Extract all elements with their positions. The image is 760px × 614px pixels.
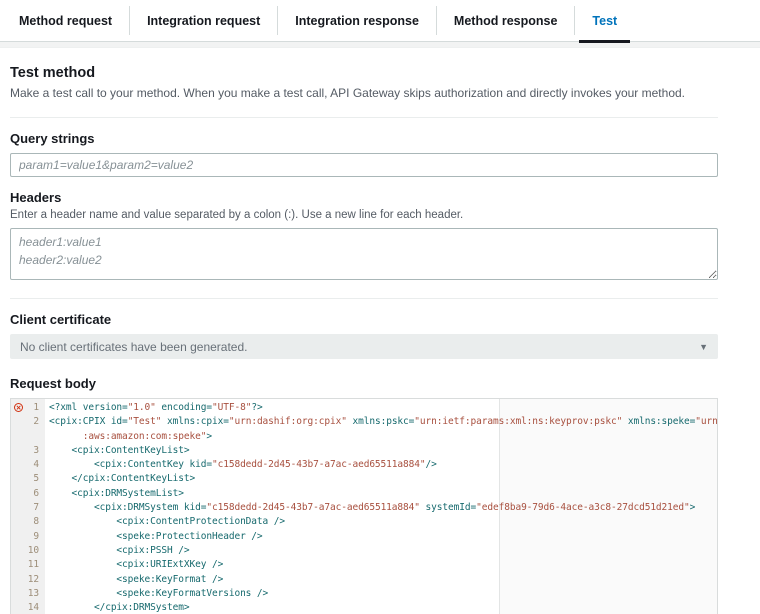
line-number: 10 <box>11 544 45 558</box>
line-number <box>11 430 45 444</box>
code-line: ✕1<?xml version="1.0" encoding="UTF-8"?> <box>11 401 717 415</box>
code-line: 7 <cpix:DRMSystem kid="c158dedd-2d45-43b… <box>11 501 717 515</box>
headers-description: Enter a header name and value separated … <box>10 209 718 221</box>
code-line: 8 <cpix:ContentProtectionData /> <box>11 515 717 529</box>
tab-test[interactable]: Test <box>574 6 634 35</box>
code-line: 6 <cpix:DRMSystemList> <box>11 487 717 501</box>
code-rows: ✕1<?xml version="1.0" encoding="UTF-8"?>… <box>11 399 717 614</box>
query-strings-label: Query strings <box>10 131 718 146</box>
line-number: 2 <box>11 415 45 429</box>
request-body-editor[interactable]: ✕1<?xml version="1.0" encoding="UTF-8"?>… <box>10 398 718 614</box>
tab-integration-request[interactable]: Integration request <box>129 6 277 35</box>
code-line: 9 <speke:ProtectionHeader /> <box>11 530 717 544</box>
line-number: 3 <box>11 444 45 458</box>
line-number: 9 <box>11 530 45 544</box>
code-line: 5 </cpix:ContentKeyList> <box>11 472 717 486</box>
line-number: 8 <box>11 515 45 529</box>
tab-method-response[interactable]: Method response <box>436 6 575 35</box>
line-number: 11 <box>11 558 45 572</box>
line-number: 7 <box>11 501 45 515</box>
client-certificate-label: Client certificate <box>10 312 718 327</box>
tab-method-request[interactable]: Method request <box>2 6 129 35</box>
divider <box>10 298 718 299</box>
tab-bar: Method requestIntegration requestIntegra… <box>0 0 760 42</box>
code-line: 14 </cpix:DRMSystem> <box>11 601 717 614</box>
client-certificate-value: No client certificates have been generat… <box>20 340 247 354</box>
line-number: 4 <box>11 458 45 472</box>
tab-gap-strip <box>0 42 760 48</box>
line-number: 6 <box>11 487 45 501</box>
code-line: 11 <cpix:URIExtXKey /> <box>11 558 717 572</box>
line-number: 13 <box>11 587 45 601</box>
test-panel: Test method Make a test call to your met… <box>0 65 760 614</box>
line-number: 5 <box>11 472 45 486</box>
code-line: 13 <speke:KeyFormatVersions /> <box>11 587 717 601</box>
headers-input[interactable] <box>10 228 718 280</box>
code-line: 4 <cpix:ContentKey kid="c158dedd-2d45-43… <box>11 458 717 472</box>
error-icon: ✕ <box>14 403 23 412</box>
line-number: ✕1 <box>11 401 45 415</box>
chevron-down-icon: ▼ <box>699 342 708 352</box>
page-description: Make a test call to your method. When yo… <box>10 86 718 100</box>
divider <box>10 117 718 118</box>
query-strings-input[interactable] <box>10 153 718 177</box>
code-line: 12 <speke:KeyFormat /> <box>11 573 717 587</box>
client-certificate-select[interactable]: No client certificates have been generat… <box>10 334 718 359</box>
line-number: 14 <box>11 601 45 614</box>
tab-integration-response[interactable]: Integration response <box>277 6 436 35</box>
headers-label: Headers <box>10 190 718 205</box>
request-body-label: Request body <box>10 376 718 391</box>
line-number: 12 <box>11 573 45 587</box>
code-line: 3 <cpix:ContentKeyList> <box>11 444 717 458</box>
page-title: Test method <box>10 65 718 81</box>
code-line: 2<cpix:CPIX id="Test" xmlns:cpix="urn:da… <box>11 415 717 429</box>
code-line-wrap: :aws:amazon:com:speke"> <box>11 430 717 444</box>
code-line: 10 <cpix:PSSH /> <box>11 544 717 558</box>
